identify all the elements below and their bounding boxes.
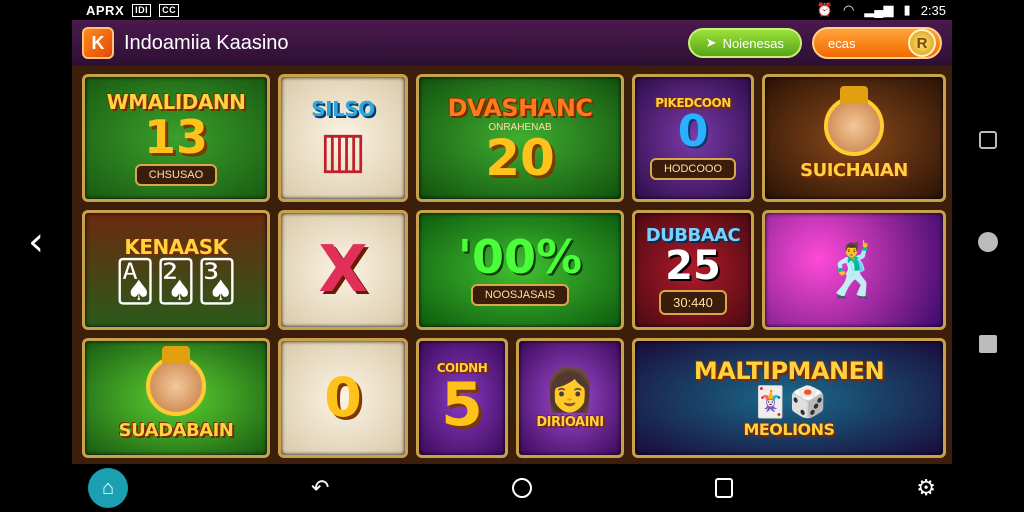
game-tile[interactable]: DUBBAAC 25 30:440 <box>632 210 754 330</box>
game-tile[interactable]: KENAASK 🂡🂢🂣 <box>82 210 270 330</box>
game-number: 0 <box>677 106 709 157</box>
character-icon: 👩 <box>543 366 597 413</box>
poker-table-icon: 🃏🎲 <box>751 386 827 419</box>
game-tile[interactable]: '00% NOOSJASAIS <box>416 210 624 330</box>
game-number: '00% <box>457 230 583 284</box>
game-number: 0 <box>324 366 362 429</box>
home-icon[interactable]: ⌂ <box>88 468 128 508</box>
character-icon <box>824 85 884 156</box>
signal-icon: ▂▄▆ <box>864 2 894 17</box>
notification-icon-2: CC <box>159 3 180 17</box>
game-title: DIRIOAINI <box>536 415 604 430</box>
game-subtitle: MEOLIONS <box>743 420 835 439</box>
game-badge: HODCOOO <box>649 158 737 180</box>
character-icon: 🕺 <box>821 241 887 300</box>
square-outline-icon[interactable] <box>979 131 997 150</box>
circle-icon[interactable] <box>978 231 998 252</box>
cards-icon: 🂡🂢🂣 <box>114 260 238 304</box>
game-title: SILSO <box>311 97 375 121</box>
game-number: 25 <box>665 243 721 289</box>
game-number: 20 <box>485 128 555 187</box>
status-time: 2:35 <box>920 2 946 18</box>
game-badge: NOOSJASAIS <box>470 284 570 306</box>
game-grid: WMALIDANN 13 CHSUSAO SILSO ▥ DVASHANC ON… <box>82 74 946 458</box>
game-tile[interactable]: SILSO ▥ <box>278 74 408 202</box>
recent-apps-icon[interactable] <box>715 478 734 498</box>
game-number: 5 <box>441 370 483 440</box>
green-action-button[interactable]: ➤ Noienesas <box>687 28 802 58</box>
app-title: Indoamiia Kaasino <box>124 31 289 54</box>
casino-app: K Indoamiia Kaasino ➤ Noienesas ecas R W… <box>72 20 952 464</box>
game-title: KENAASK <box>124 235 228 259</box>
coins-button[interactable]: ecas R <box>812 27 942 59</box>
game-tile[interactable]: X <box>278 210 408 330</box>
game-badge: CHSUSAO <box>134 164 218 186</box>
game-tile[interactable]: COIDNH 5 <box>416 338 508 458</box>
left-nav: ‹ <box>0 20 72 464</box>
character-icon <box>146 345 206 416</box>
notification-icon: IDI <box>132 3 152 17</box>
game-number: 13 <box>143 110 208 164</box>
game-title: DVASHANC <box>447 93 593 122</box>
carrier-label: APRX <box>86 2 125 18</box>
game-tile[interactable]: SUICHAIAN <box>762 74 946 202</box>
device-screen: APRX IDI CC ⏰ ◠ ▂▄▆ ▮ 2:35 ‹ K Indoamiia… <box>0 0 1024 512</box>
game-tile[interactable]: PIKEDCOON 0 HODCOOO <box>632 74 754 202</box>
battery-icon: ▮ <box>903 2 911 17</box>
game-tile[interactable]: 🕺 <box>762 210 946 330</box>
game-title: MALTIPMANEN <box>693 357 885 385</box>
game-badge: 30:440 <box>659 290 727 315</box>
gear-icon[interactable]: ⚙ <box>916 476 936 501</box>
green-button-label: Noienesas <box>722 35 784 51</box>
game-number: X <box>318 233 368 307</box>
status-bar: APRX IDI CC ⏰ ◠ ▂▄▆ ▮ 2:35 <box>0 0 1024 20</box>
game-tile[interactable]: SUADABAIN <box>82 338 270 458</box>
app-logo-icon[interactable]: K <box>82 27 114 59</box>
square-filled-icon[interactable] <box>979 334 997 353</box>
circle-home-icon[interactable] <box>512 478 533 498</box>
game-tile[interactable]: MALTIPMANEN 🃏🎲 MEOLIONS <box>632 338 946 458</box>
game-tile[interactable]: 👩 DIRIOAINI <box>516 338 624 458</box>
wifi-icon: ◠ <box>842 2 855 17</box>
undo-icon[interactable]: ↶ <box>311 476 329 501</box>
game-tile[interactable]: WMALIDANN 13 CHSUSAO <box>82 74 270 202</box>
arrow-icon: ➤ <box>705 35 717 50</box>
game-title: SUICHAIAN <box>800 159 908 181</box>
app-header: K Indoamiia Kaasino ➤ Noienesas ecas R <box>72 20 952 66</box>
alarm-icon: ⏰ <box>816 2 833 17</box>
coins-label: ecas <box>828 35 856 51</box>
slot-reels-icon: ▥ <box>319 122 367 178</box>
right-nav <box>952 20 1024 464</box>
coin-icon: R <box>908 29 936 57</box>
bottom-nav-bar: ⌂ ↶ ⚙ <box>0 464 1024 512</box>
game-tile[interactable]: 0 <box>278 338 408 458</box>
chevron-left-icon[interactable]: ‹ <box>28 222 44 262</box>
game-title: SUADABAIN <box>118 419 234 441</box>
game-tile[interactable]: DVASHANC ONRAHENAB 20 <box>416 74 624 202</box>
